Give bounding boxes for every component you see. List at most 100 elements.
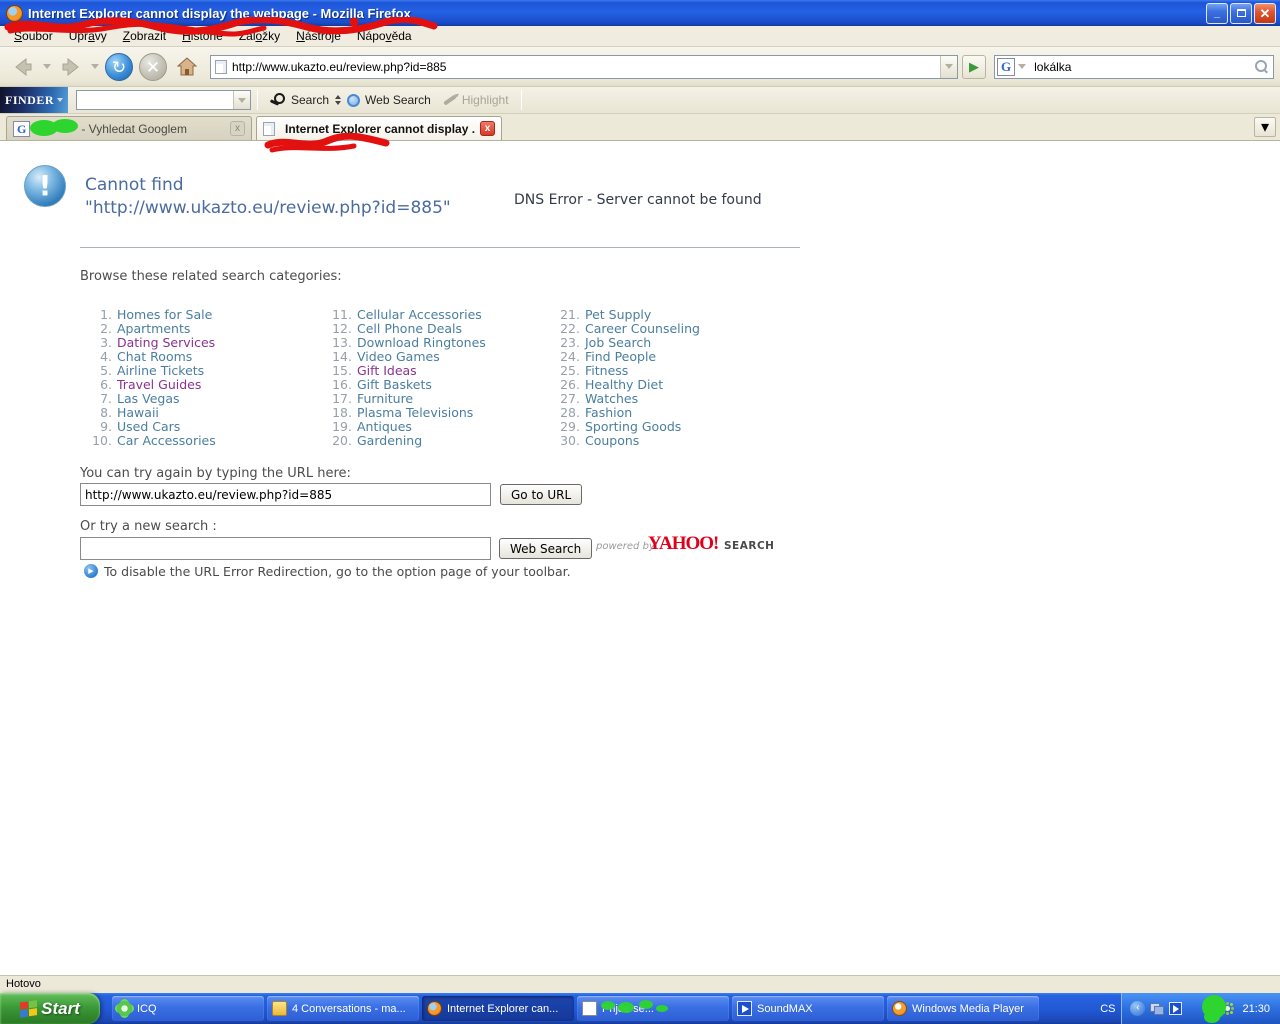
category-item: 3. Dating Services <box>84 335 216 350</box>
address-dropdown[interactable] <box>940 55 957 78</box>
category-link[interactable]: Gift Baskets <box>357 377 432 392</box>
category-number: 1. <box>100 306 112 322</box>
category-item: 25. Fitness <box>552 363 700 378</box>
category-link[interactable]: Antiques <box>357 419 412 434</box>
toolbar-separator <box>520 90 522 110</box>
search-input[interactable]: lokálka <box>1034 60 1255 74</box>
clock: 21:30 <box>1242 1002 1270 1015</box>
tab-close-button[interactable]: x <box>480 121 495 136</box>
taskbar-task[interactable]: Přijde se... <box>577 996 729 1021</box>
go-button[interactable]: ▶ <box>962 54 986 79</box>
close-button[interactable]: ✕ <box>1254 2 1276 24</box>
category-link[interactable]: Healthy Diet <box>585 377 663 392</box>
home-button[interactable] <box>170 50 204 84</box>
taskbar-task[interactable]: SoundMAX <box>732 996 884 1021</box>
category-number: 24. <box>560 348 580 364</box>
category-link[interactable]: Job Search <box>585 335 651 350</box>
menu-item[interactable]: Nástroje <box>288 27 349 45</box>
forward-dropdown-icon[interactable] <box>91 64 99 69</box>
menu-item[interactable]: Úpravy <box>61 27 115 45</box>
category-link[interactable]: Find People <box>585 349 656 364</box>
category-link[interactable]: Homes for Sale <box>117 307 212 322</box>
category-link[interactable]: Career Counseling <box>585 321 700 336</box>
category-link[interactable]: Dating Services <box>117 335 215 350</box>
restore-icon <box>1236 8 1246 17</box>
menu-item[interactable]: Záložky <box>231 27 288 45</box>
network-icon[interactable] <box>1150 1002 1165 1015</box>
category-item: 15. Gift Ideas <box>324 363 486 378</box>
category-link[interactable]: Used Cars <box>117 419 180 434</box>
tab-vyhledat-googlem[interactable]: G - Vyhledat Googlem x <box>6 116 252 140</box>
category-link[interactable]: Cell Phone Deals <box>357 321 462 336</box>
tab-overflow-button[interactable]: ▾ <box>1254 117 1276 137</box>
category-item: 28. Fashion <box>552 405 700 420</box>
category-link[interactable]: Sporting Goods <box>585 419 681 434</box>
taskbar-task[interactable]: ICQ <box>112 996 264 1021</box>
menu-item[interactable]: Nápověda <box>349 27 420 45</box>
category-link[interactable]: Cellular Accessories <box>357 307 482 322</box>
url-input[interactable] <box>80 483 491 506</box>
search-bar[interactable]: G lokálka <box>994 54 1274 79</box>
tab-error-page[interactable]: Internet Explorer cannot display ... x <box>256 116 502 140</box>
taskbar-task[interactable]: 4 Conversations - ma... <box>267 996 419 1021</box>
engine-dropdown-icon[interactable] <box>1018 64 1027 69</box>
category-link[interactable]: Gardening <box>357 433 422 448</box>
minimize-button[interactable]: _ <box>1206 2 1228 24</box>
finder-input-dropdown[interactable] <box>233 91 250 109</box>
error-exclamation-icon: ! <box>24 165 66 207</box>
language-indicator[interactable]: CS <box>1100 1003 1115 1015</box>
category-link[interactable]: Airline Tickets <box>117 363 204 378</box>
reload-button[interactable]: ↻ <box>102 50 136 84</box>
taskbar-task[interactable]: Windows Media Player <box>887 996 1039 1021</box>
category-link[interactable]: Travel Guides <box>117 377 201 392</box>
category-number: 5. <box>100 362 112 378</box>
category-link[interactable]: Coupons <box>585 433 639 448</box>
finder-web-search-button[interactable]: Web Search <box>341 93 437 107</box>
tab-close-button[interactable]: x <box>230 121 245 136</box>
start-button[interactable]: Start <box>0 993 100 1024</box>
icq-tray-icon[interactable] <box>1225 1006 1231 1011</box>
category-link[interactable]: Download Ringtones <box>357 335 486 350</box>
web-search-button[interactable]: Web Search <box>499 538 593 559</box>
finder-search-input[interactable] <box>76 90 251 110</box>
taskbar-task[interactable]: Internet Explorer can... <box>422 996 574 1021</box>
chevron-down-icon <box>238 97 246 103</box>
go-to-url-button[interactable]: Go to URL <box>500 484 583 505</box>
category-link[interactable]: Pet Supply <box>585 307 651 322</box>
finder-search-button[interactable]: Search <box>264 93 335 107</box>
category-link[interactable]: Plasma Televisions <box>357 405 473 420</box>
menu-item[interactable]: Historie <box>174 27 231 45</box>
category-link[interactable]: Hawaii <box>117 405 159 420</box>
menu-item[interactable]: Soubor <box>6 27 61 45</box>
category-link[interactable]: Chat Rooms <box>117 349 192 364</box>
menu-item[interactable]: Zobrazit <box>115 27 174 45</box>
new-search-input[interactable] <box>80 537 491 560</box>
address-url[interactable]: http://www.ukazto.eu/review.php?id=885 <box>232 60 940 74</box>
address-bar[interactable]: http://www.ukazto.eu/review.php?id=885 <box>210 54 958 79</box>
category-link[interactable]: Apartments <box>117 321 190 336</box>
category-link[interactable]: Video Games <box>357 349 440 364</box>
restore-button[interactable] <box>1230 2 1252 24</box>
category-number: 8. <box>100 404 112 420</box>
tray-collapse-icon[interactable]: ‹ <box>1130 1001 1146 1016</box>
google-engine-icon[interactable]: G <box>997 57 1016 76</box>
forward-button[interactable] <box>54 50 88 84</box>
category-item: 27. Watches <box>552 391 700 406</box>
soundmax-icon <box>737 1001 752 1016</box>
finder-highlight-button[interactable]: Highlight <box>437 93 515 107</box>
category-link[interactable]: Las Vegas <box>117 391 180 406</box>
category-link[interactable]: Fitness <box>585 363 628 378</box>
category-link[interactable]: Gift Ideas <box>357 363 417 378</box>
back-button[interactable] <box>6 50 40 84</box>
back-dropdown-icon[interactable] <box>43 64 51 69</box>
search-icon[interactable] <box>1255 59 1269 74</box>
category-link[interactable]: Furniture <box>357 391 413 406</box>
stop-button[interactable]: ✕ <box>136 50 170 84</box>
category-link[interactable]: Watches <box>585 391 638 406</box>
category-number: 14. <box>332 348 352 364</box>
category-link[interactable]: Car Accessories <box>117 433 216 448</box>
highlighter-icon <box>442 94 457 106</box>
soundmax-tray-icon[interactable] <box>1169 1002 1183 1015</box>
category-link[interactable]: Fashion <box>585 405 632 420</box>
finder-logo[interactable]: FINDER <box>0 87 68 113</box>
